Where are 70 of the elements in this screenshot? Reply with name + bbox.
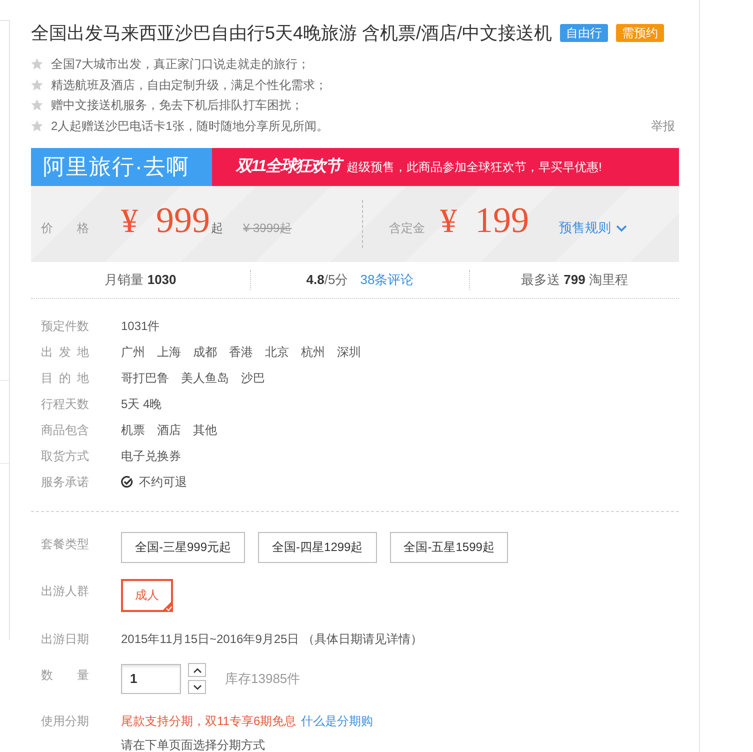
check-circle-icon xyxy=(121,476,133,488)
rating-score: 4.8/5分 xyxy=(306,271,348,289)
deposit-value: ¥ 199 xyxy=(440,199,529,242)
deposit-label: 含定金 xyxy=(389,220,425,236)
star-icon xyxy=(31,99,43,112)
field-value: 深圳 xyxy=(337,344,361,360)
presale-rules-link[interactable]: 预售规则 xyxy=(559,219,627,237)
field-value: 美人鱼岛 xyxy=(181,370,229,386)
installment-link[interactable]: 什么是分期购 xyxy=(301,713,374,729)
installment-hint: 请在下单页面选择分期方式 xyxy=(121,738,266,752)
field-value: 哥打巴鲁 xyxy=(121,370,169,386)
field-value: 广州 xyxy=(121,344,145,360)
field-value: 上海 xyxy=(157,344,181,360)
option-button[interactable]: 全国-三星999元起 xyxy=(121,532,246,563)
field-value: 香港 xyxy=(229,344,253,360)
price-value: ¥ 999 起 xyxy=(121,199,223,242)
field-value: 电子兑换券 xyxy=(121,448,181,464)
stock-count: 库存13985件 xyxy=(225,670,300,688)
original-price: ¥ 3999起 xyxy=(243,220,292,236)
option-label: 套餐类型 xyxy=(41,536,89,553)
tag-badge: 自由行 xyxy=(560,24,608,42)
option-label: 出游人群 xyxy=(41,583,89,600)
field-label: 服务承诺 xyxy=(41,474,89,490)
field-value: 酒店 xyxy=(157,422,181,438)
brand-banner: 阿里旅行·去啊 xyxy=(31,148,212,186)
reviews-link[interactable]: 38条评论 xyxy=(360,271,414,289)
star-icon xyxy=(31,120,43,132)
field-value: 杭州 xyxy=(301,344,325,360)
product-title: 全国出发马来西亚沙巴自由行5天4晚旅游 含机票/酒店/中文接送机 xyxy=(31,22,552,45)
caret-down-icon xyxy=(192,684,202,690)
promo-text: 超级预售，此商品参加全球狂欢节，早买早优惠! xyxy=(346,159,602,175)
field-value: 1031件 xyxy=(121,318,160,334)
chevron-down-icon xyxy=(616,224,627,232)
field-label: 目 的 地 xyxy=(41,370,89,386)
option-button[interactable]: 全国-五星1599起 xyxy=(390,532,508,563)
option-label: 使用分期 xyxy=(41,713,89,730)
field-label: 行程天数 xyxy=(41,396,89,412)
option-label: 出游日期 xyxy=(41,631,89,648)
field-label: 取货方式 xyxy=(41,448,89,464)
field-value: 其他 xyxy=(193,422,217,438)
quantity-input[interactable]: 1 xyxy=(121,664,181,694)
highlight-text: 2人起赠送沙巴电话卡1张，随时随地分享所见所闻。 xyxy=(51,118,328,134)
tag-badge: 需预约 xyxy=(616,24,664,42)
star-icon xyxy=(31,78,43,91)
field-value: 沙巴 xyxy=(241,370,265,386)
field-value: 成都 xyxy=(193,344,217,360)
check-corner-icon xyxy=(161,600,173,612)
field-label: 商品包含 xyxy=(41,422,89,438)
highlight-text: 全国7大城市出发，真正家门口说走就走的旅行； xyxy=(51,56,310,72)
report-link[interactable]: 举报 xyxy=(651,118,675,134)
star-icon xyxy=(31,58,43,70)
points-reward: 最多送 799 淘里程 xyxy=(521,271,628,289)
monthly-sales: 月销量 1030 xyxy=(104,271,176,289)
price-label: 价 格 xyxy=(41,220,89,236)
caret-up-icon xyxy=(192,668,202,672)
option-button[interactable]: 成人 xyxy=(121,579,173,612)
field-value: 机票 xyxy=(121,422,145,438)
highlight-text: 赠中文接送机服务，免去下机后排队打车困扰； xyxy=(51,97,303,114)
service-promise: 不约可退 xyxy=(139,474,187,490)
installment-note: 尾款支持分期，双11专享6期免息 xyxy=(121,713,296,729)
highlight-text: 精选航班及酒店，自由定制升级，满足个性化需求； xyxy=(51,76,327,93)
field-value: 北京 xyxy=(265,344,289,360)
option-button[interactable]: 全国-四星1299起 xyxy=(258,532,377,563)
option-label: 数 量 xyxy=(41,667,89,684)
increase-button[interactable] xyxy=(188,663,206,677)
field-value: 5天 4晚 xyxy=(121,396,162,412)
decrease-button[interactable] xyxy=(188,680,206,694)
field-label: 预定件数 xyxy=(41,318,89,334)
travel-dates: 2015年11月15日~2016年9月25日 （具体日期请见详情） xyxy=(121,631,423,648)
field-label: 出 发 地 xyxy=(41,344,89,360)
